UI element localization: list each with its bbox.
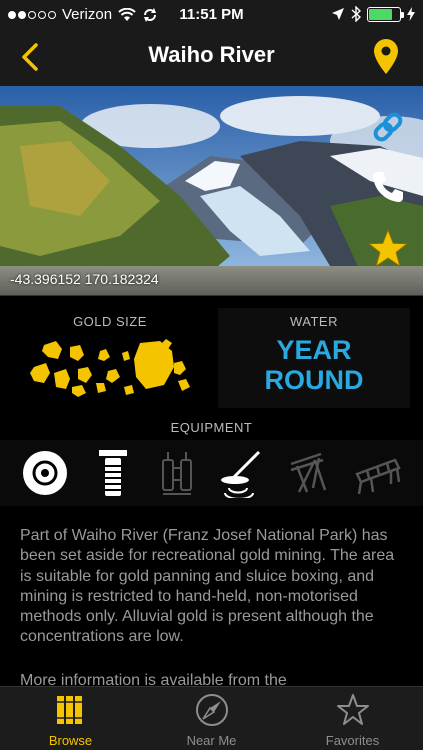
equipment-sluice-box [350, 446, 404, 500]
call-button[interactable] [367, 166, 409, 208]
water-panel: WATER YEAR ROUND [218, 308, 410, 408]
dredge-icon [162, 452, 192, 495]
gold-size-panel: GOLD SIZE [14, 308, 206, 408]
battery-icon [367, 6, 404, 22]
bluetooth-icon [351, 6, 361, 22]
site-description: Part of Waiho River (Franz Josef Nationa… [20, 527, 395, 646]
sluice-box-icon [355, 458, 401, 495]
gold-pan-icon [23, 451, 67, 495]
website-link-button[interactable] [367, 106, 409, 148]
favorite-button[interactable] [367, 228, 409, 270]
metal-detector-icon [221, 450, 261, 498]
browse-books-icon [56, 696, 82, 724]
equipment-gold-pan [18, 446, 72, 500]
phone-icon [373, 172, 403, 202]
water-value-line1: YEAR [276, 335, 352, 365]
tab-near-me-label: Near Me [186, 733, 237, 748]
status-indicators [331, 6, 415, 22]
tab-near-me[interactable]: Near Me [141, 687, 282, 750]
favorites-star-icon [336, 694, 369, 725]
equipment-icons [0, 440, 423, 506]
site-info-row: GOLD SIZE WATER YEAR ROUND [0, 308, 423, 408]
water-value-line2: ROUND [264, 365, 364, 395]
equipment-dredge [150, 446, 204, 500]
equipment-shovel [86, 446, 140, 500]
tab-bar: Browse Near Me Favorites [0, 686, 423, 750]
star-icon [367, 228, 409, 268]
compass-icon [195, 694, 228, 726]
status-bar: Verizon 11:51 PM [0, 0, 423, 30]
tab-browse[interactable]: Browse [0, 687, 141, 750]
tab-favorites[interactable]: Favorites [282, 687, 423, 750]
link-icon [373, 112, 403, 142]
location-photo: -43.396152 170.182324 [0, 86, 423, 296]
shovel-icon [99, 450, 127, 496]
navigation-bar: Waiho River [0, 30, 423, 86]
tab-favorites-label: Favorites [325, 733, 380, 748]
map-pin-icon[interactable] [371, 38, 401, 76]
page-title: Waiho River [148, 42, 275, 67]
water-label: WATER [290, 314, 338, 329]
tab-browse-label: Browse [48, 733, 93, 748]
equipment-label: EQUIPMENT [170, 420, 253, 435]
glacier-landscape-image [0, 86, 423, 295]
gold-size-label: GOLD SIZE [73, 314, 147, 329]
gps-coordinates: -43.396152 170.182324 [10, 271, 159, 287]
location-arrow-icon [332, 8, 344, 20]
highbanker-icon [290, 452, 327, 493]
equipment-metal-detector [216, 446, 270, 500]
equipment-highbanker [282, 446, 336, 500]
water-availability: YEAR ROUND [218, 335, 410, 395]
gold-flakes-icon [30, 339, 190, 397]
charging-icon [407, 7, 415, 21]
